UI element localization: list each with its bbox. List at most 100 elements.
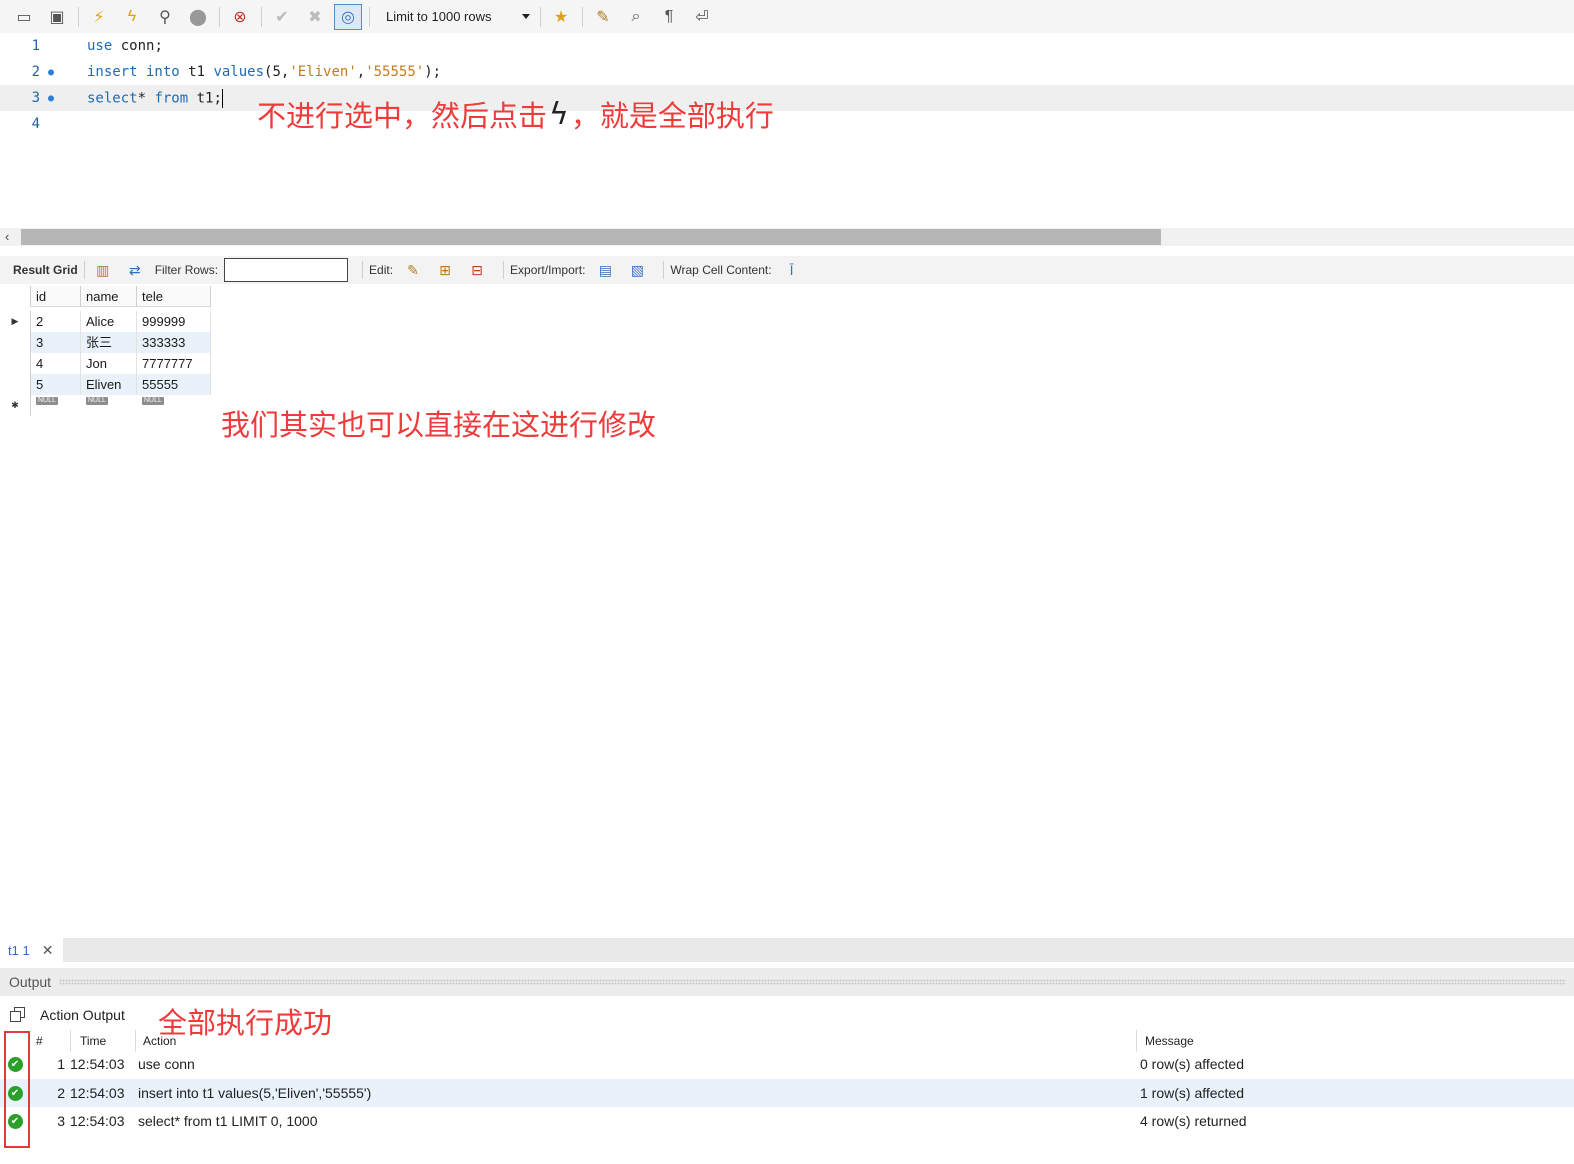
column-header-time[interactable]: Time xyxy=(70,1034,136,1048)
form-view-icon[interactable]: ▥ xyxy=(91,259,115,281)
grid-cell[interactable]: 2 xyxy=(31,311,81,332)
grid-cell[interactable]: 3 xyxy=(31,332,81,353)
column-header-num[interactable]: # xyxy=(30,1034,70,1048)
line-number: 1 xyxy=(31,38,40,54)
row-selector[interactable] xyxy=(0,374,31,395)
row-message: 4 row(s) returned xyxy=(1140,1113,1247,1129)
table-row[interactable]: ▶ 2 Alice 999999 xyxy=(0,311,211,332)
grid-header-row: id name tele xyxy=(0,286,211,307)
row-number: 3 xyxy=(57,1113,65,1129)
refresh-icon[interactable]: ⇄ xyxy=(123,259,147,281)
column-header-name[interactable]: name xyxy=(81,286,137,307)
row-action: select* from t1 LIMIT 0, 1000 xyxy=(138,1113,318,1129)
grid-cell[interactable]: Eliven xyxy=(81,374,137,395)
limit-rows-label: Limit to 1000 rows xyxy=(386,9,492,24)
grid-cell-null[interactable]: NULL xyxy=(137,395,211,416)
grid-cell[interactable]: Jon xyxy=(81,353,137,374)
toolbar-separator xyxy=(663,261,665,279)
export-icon[interactable]: ▤ xyxy=(593,259,617,281)
row-selector-header xyxy=(0,286,31,307)
action-output-select[interactable]: Action Output xyxy=(40,1007,125,1023)
current-row-arrow-icon[interactable]: ▶ xyxy=(0,311,31,332)
import-icon[interactable]: ▧ xyxy=(625,259,649,281)
table-row[interactable]: ✔ 2 12:54:03 insert into t1 values(5,'El… xyxy=(0,1079,1574,1107)
autocommit-icon[interactable]: ◎ xyxy=(334,3,362,30)
row-selector[interactable] xyxy=(0,332,31,353)
sql-editor[interactable]: 1 use conn; 2 ● insert into t1 values(5,… xyxy=(0,33,1574,228)
column-header-id[interactable]: id xyxy=(31,286,81,307)
close-icon[interactable]: ✕ xyxy=(42,942,54,959)
editor-line: 2 ● insert into t1 values(5,'Eliven','55… xyxy=(0,59,1574,85)
beautify-icon[interactable]: ✎ xyxy=(589,4,617,30)
highlight-box xyxy=(4,1031,30,1148)
column-divider[interactable] xyxy=(70,1030,71,1052)
wrap-cell-label: Wrap Cell Content: xyxy=(670,263,772,277)
row-selector[interactable] xyxy=(0,353,31,374)
invisible-chars-icon[interactable]: ¶ xyxy=(655,4,683,30)
copy-icon[interactable] xyxy=(9,1006,27,1024)
editor-horizontal-scrollbar[interactable]: ‹ xyxy=(0,228,1574,246)
panel-grip[interactable] xyxy=(59,979,1566,985)
grid-cell[interactable]: 7777777 xyxy=(137,353,211,374)
new-row[interactable]: ✱ NULL NULL NULL xyxy=(0,395,211,416)
filter-rows-input[interactable] xyxy=(224,258,349,282)
annotation-text: 不进行选中，然后点击 xyxy=(257,99,548,133)
grid-cell[interactable]: 4 xyxy=(31,353,81,374)
column-divider[interactable] xyxy=(135,1030,136,1052)
execute-icon[interactable]: ⚡ xyxy=(85,4,113,30)
code-text: select* from t1; xyxy=(87,88,223,108)
commit-icon[interactable]: ✔ xyxy=(268,4,296,30)
open-folder-icon[interactable]: ▭ xyxy=(10,4,38,30)
table-row[interactable]: 5 Eliven 55555 xyxy=(0,374,211,395)
grid-cell[interactable]: 张三 xyxy=(81,332,137,353)
stop-icon[interactable]: ⬤ xyxy=(184,4,212,30)
lightning-icon: ϟ xyxy=(549,96,569,132)
toggle-error-icon[interactable]: ⊗ xyxy=(226,4,254,30)
column-header-message[interactable]: Message xyxy=(1136,1034,1536,1048)
wrap-icon[interactable]: ⏎ xyxy=(688,4,716,30)
limit-rows-select[interactable]: Limit to 1000 rows xyxy=(380,5,538,29)
grid-cell[interactable]: 333333 xyxy=(137,332,211,353)
grid-cell[interactable]: Alice xyxy=(81,311,137,332)
result-tabs: t1 1 ✕ xyxy=(0,938,1574,962)
new-row-asterisk-icon[interactable]: ✱ xyxy=(0,395,31,416)
edit-row-icon[interactable]: ✎ xyxy=(401,259,425,281)
row-message: 0 row(s) affected xyxy=(1140,1056,1245,1072)
rollback-icon[interactable]: ✖ xyxy=(301,4,329,30)
grid-cell-null[interactable]: NULL xyxy=(81,395,137,416)
edit-label: Edit: xyxy=(369,263,394,277)
table-row[interactable]: ✔ 3 12:54:03 select* from t1 LIMIT 0, 10… xyxy=(0,1107,1574,1135)
insert-row-icon[interactable]: ⊞ xyxy=(433,259,457,281)
scrollbar-thumb[interactable] xyxy=(21,229,1161,245)
delete-row-icon[interactable]: ⊟ xyxy=(465,259,489,281)
grid-cell[interactable]: 5 xyxy=(31,374,81,395)
null-badge: NULL xyxy=(36,397,58,405)
save-icon[interactable]: ▣ xyxy=(43,4,71,30)
find-icon[interactable]: ⌕ xyxy=(622,4,650,30)
grid-cell[interactable]: 55555 xyxy=(137,374,211,395)
output-title: Output xyxy=(9,974,52,990)
table-row[interactable]: ✔ 1 12:54:03 use conn 0 row(s) affected xyxy=(0,1050,1574,1078)
column-divider[interactable] xyxy=(1136,1030,1137,1052)
grid-cell-null[interactable]: NULL xyxy=(31,395,81,416)
code-text: use conn; xyxy=(87,38,163,54)
null-badge: NULL xyxy=(142,397,164,405)
chevron-down-icon xyxy=(522,13,530,19)
grid-cell[interactable]: 999999 xyxy=(137,311,211,332)
execute-current-icon[interactable]: ϟ xyxy=(118,4,146,30)
chevron-left-icon[interactable]: ‹ xyxy=(5,229,9,244)
add-snippet-icon[interactable]: ★ xyxy=(547,4,575,30)
table-row[interactable]: 4 Jon 7777777 xyxy=(0,353,211,374)
tab-t1-1[interactable]: t1 1 ✕ xyxy=(0,938,63,962)
editor-line-current: 3 ● select* from t1; xyxy=(0,85,1574,111)
column-header-tele[interactable]: tele xyxy=(137,286,211,307)
text-caret xyxy=(221,88,223,108)
explain-icon[interactable]: ⚲ xyxy=(151,4,179,30)
result-grid-tab[interactable]: Result Grid xyxy=(13,263,78,277)
column-header-action[interactable]: Action xyxy=(136,1034,1136,1048)
table-row[interactable]: 3 张三 333333 xyxy=(0,332,211,353)
tab-label: t1 1 xyxy=(8,942,30,958)
statement-dot-icon: ● xyxy=(47,66,55,78)
wrap-cell-icon[interactable]: Ī xyxy=(780,259,804,281)
toolbar-separator xyxy=(540,6,541,27)
